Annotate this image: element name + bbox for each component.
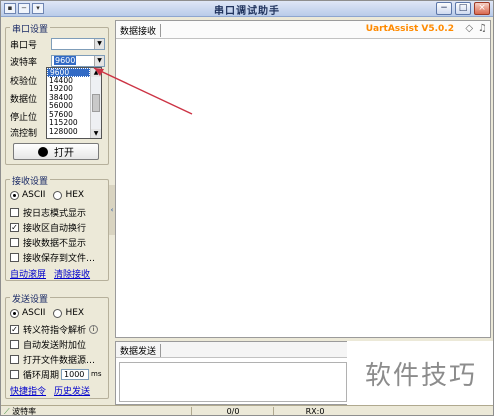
port-select[interactable]: ▼ (51, 38, 105, 50)
baud-row: 波特率 (10, 55, 44, 68)
receive-panel-title: 数据接收 (120, 24, 162, 37)
baud-label: 波特率 (10, 57, 38, 68)
chevron-down-icon[interactable]: ▼ (94, 56, 104, 66)
receive-links-row: 自动滚屏 清除接收 (10, 267, 90, 280)
receive-option-row[interactable]: 接收保存到文件… (10, 251, 96, 264)
header-icons: ◇ ♫ (465, 23, 487, 34)
open-port-label: 打开 (54, 148, 74, 159)
parity-row: 校验位 (10, 74, 44, 87)
auto-wrap-label: 接收区自动换行 (23, 223, 87, 234)
send-settings-label: 发送设置 (10, 292, 51, 305)
send-hex-radio[interactable] (53, 308, 63, 318)
brand-version: UartAssist V5.0.2 (365, 24, 454, 34)
send-mode-row: ASCII HEX (10, 307, 84, 319)
flow-label: 流控制 (10, 128, 38, 139)
receive-settings-group: 接收设置 ASCII HEX 按日志模式显示 ✓ 接收区自动换行 接收数据不显示… (5, 174, 109, 281)
title-bar-window-controls: − □ × (436, 2, 490, 15)
status-app-icon: ⟋ (4, 407, 10, 416)
baud-options: 9600 14400 19200 38400 56000 57600 11520… (47, 68, 90, 136)
bell-icon[interactable]: ♫ (478, 23, 487, 34)
send-option-row[interactable]: 打开文件数据源… (10, 353, 96, 366)
send-ascii-radio[interactable] (10, 308, 19, 318)
chevron-down-icon[interactable]: ▼ (94, 39, 104, 49)
cycle-period-input[interactable]: 1000 (61, 368, 90, 380)
receive-ascii-label: ASCII (22, 190, 46, 200)
send-data-input[interactable] (119, 362, 347, 402)
send-option-row[interactable]: ✓ 转义符指令解析 i (10, 323, 99, 336)
port-status-dot-icon (38, 146, 48, 157)
stopbits-row: 停止位 (10, 110, 44, 123)
send-history-link[interactable]: 历史发送 (54, 384, 90, 397)
maximize-button[interactable]: □ (455, 2, 471, 15)
receive-hex-label: HEX (65, 190, 85, 200)
save-to-file-checkbox[interactable] (10, 252, 19, 262)
title-bar[interactable]: ▪ − ▾ 串口调试助手 − □ × (1, 1, 493, 17)
auto-append-label: 自动发送附加位 (23, 340, 87, 351)
receive-option-row[interactable]: ✓ 接收区自动换行 (10, 221, 87, 234)
databits-row: 数据位 (10, 92, 44, 105)
send-ascii-label: ASCII (22, 308, 46, 318)
receive-option-row[interactable]: 按日志模式显示 (10, 206, 87, 219)
send-links-row: 快捷指令 历史发送 (10, 384, 90, 397)
receive-option-row[interactable]: 接收数据不显示 (10, 236, 87, 249)
receive-mode-row: ASCII HEX (10, 189, 84, 201)
send-settings-group: 发送设置 ASCII HEX ✓ 转义符指令解析 i 自动发送附加位 打开文件数… (5, 292, 109, 399)
window-title: 串口调试助手 (214, 6, 280, 17)
send-option-row[interactable]: 循环周期 1000 ms (10, 368, 102, 381)
send-option-row[interactable]: 自动发送附加位 (10, 338, 87, 351)
minimize-button[interactable]: − (436, 2, 452, 15)
cycle-unit: ms (91, 370, 102, 378)
open-port-button[interactable]: 打开 (13, 143, 99, 160)
port-label: 串口号 (10, 40, 38, 51)
status-baud: ⟋ 波特率 (1, 407, 111, 416)
status-count: 0/0 (191, 407, 271, 415)
file-source-checkbox[interactable] (10, 354, 19, 364)
scroll-down-arrow-icon[interactable]: ▼ (91, 129, 101, 138)
auto-wrap-checkbox[interactable]: ✓ (10, 222, 19, 232)
close-button[interactable]: × (474, 2, 490, 15)
cycle-checkbox[interactable] (10, 369, 19, 379)
escape-parse-label: 转义符指令解析 (23, 325, 87, 336)
send-hex-label: HEX (65, 308, 85, 318)
auto-scroll-link[interactable]: 自动滚屏 (10, 267, 46, 280)
baud-select[interactable]: 9600 ▼ (51, 55, 105, 67)
help-icon[interactable]: i (89, 324, 99, 334)
shortcut-commands-link[interactable]: 快捷指令 (10, 384, 46, 397)
baud-value: 9600 (54, 56, 77, 65)
serial-settings-label: 串口设置 (10, 22, 51, 35)
dropdown-scrollbar[interactable]: ▲ ▼ (90, 68, 101, 138)
app-window: ▪ − ▾ 串口调试助手 − □ × 串口设置 串口号 ▼ 波特率 9600 ▼… (0, 0, 494, 416)
escape-parse-checkbox[interactable]: ✓ (10, 324, 19, 334)
auto-append-checkbox[interactable] (10, 339, 19, 349)
status-rx: RX:0 (273, 407, 353, 415)
receive-settings-label: 接收设置 (10, 174, 51, 187)
diamond-icon[interactable]: ◇ (465, 23, 473, 34)
receive-ascii-radio[interactable] (10, 190, 19, 200)
flow-row: 流控制 (10, 126, 44, 139)
status-bar: ⟋ 波特率 0/0 RX:0 (1, 405, 493, 416)
status-baud-label: 波特率 (12, 407, 37, 416)
clear-receive-link[interactable]: 清除接收 (54, 267, 90, 280)
baud-dropdown-list[interactable]: 9600 14400 19200 38400 56000 57600 11520… (46, 67, 102, 139)
baud-option[interactable]: 128000 (47, 127, 90, 137)
databits-label: 数据位 (10, 94, 38, 105)
log-mode-label: 按日志模式显示 (23, 208, 87, 219)
receive-panel-header: 数据接收 UartAssist V5.0.2 ◇ ♫ (116, 21, 490, 39)
log-mode-checkbox[interactable] (10, 207, 19, 217)
save-to-file-label: 接收保存到文件… (23, 253, 96, 264)
file-source-label: 打开文件数据源… (23, 355, 96, 366)
receive-data-panel[interactable]: 数据接收 UartAssist V5.0.2 ◇ ♫ (115, 20, 491, 338)
cycle-label: 循环周期 (23, 370, 60, 381)
scroll-up-arrow-icon[interactable]: ▲ (91, 68, 101, 77)
parity-label: 校验位 (10, 76, 38, 87)
stopbits-label: 停止位 (10, 112, 38, 123)
hide-data-label: 接收数据不显示 (23, 238, 87, 249)
receive-hex-radio[interactable] (53, 190, 63, 200)
send-panel-title: 数据发送 (120, 344, 162, 357)
hide-data-checkbox[interactable] (10, 237, 19, 247)
port-row: 串口号 (10, 38, 44, 51)
watermark-text: 软件技巧 (347, 341, 493, 405)
scroll-thumb[interactable] (92, 94, 100, 112)
